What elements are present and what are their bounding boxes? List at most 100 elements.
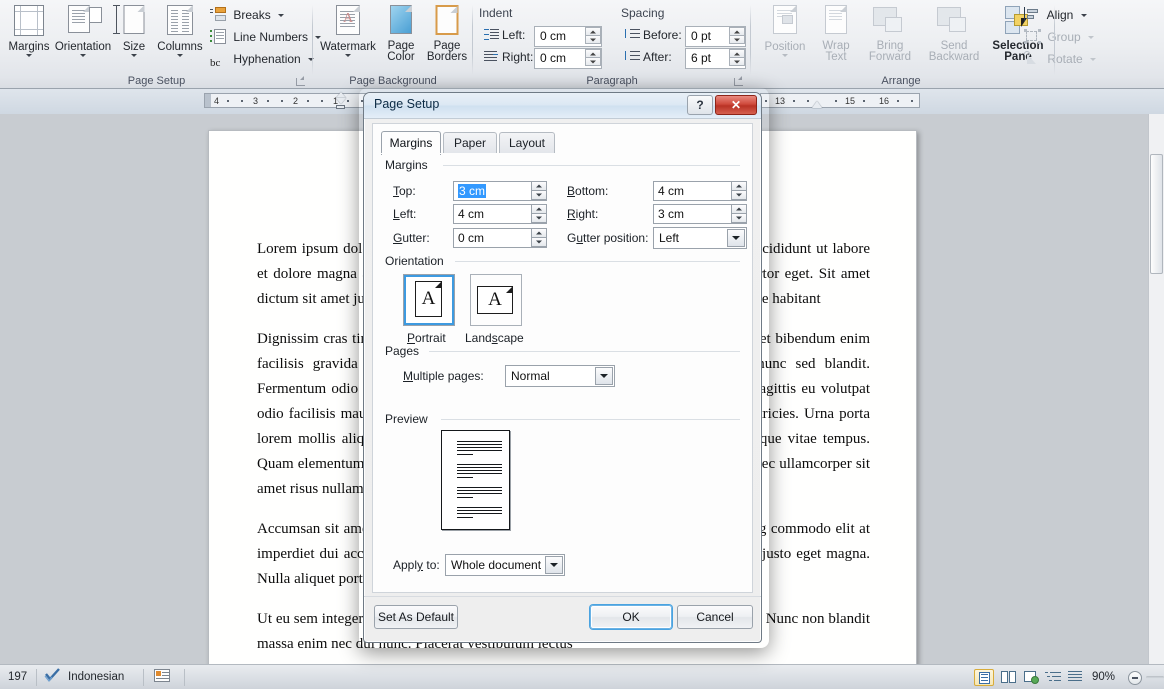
indent-right-label: Right: bbox=[502, 50, 534, 64]
page-count-label[interactable]: 197 bbox=[8, 665, 27, 689]
columns-icon bbox=[153, 5, 207, 39]
view-draft-button[interactable] bbox=[1066, 669, 1086, 686]
position-button[interactable]: Position bbox=[757, 3, 813, 69]
hyphenation-button[interactable]: bc Hyphenation bbox=[210, 48, 315, 70]
chevron-down-icon[interactable] bbox=[545, 556, 563, 574]
size-button[interactable]: Size bbox=[112, 3, 156, 69]
dialog-title-bar[interactable]: Page Setup ? ✕ bbox=[364, 93, 761, 119]
paragraph-dialog-launcher[interactable] bbox=[734, 76, 745, 87]
view-web-layout-button[interactable] bbox=[1022, 669, 1042, 686]
gutter-position-value: Left bbox=[659, 231, 680, 245]
horizontal-ruler-right[interactable]: 13 15 16 bbox=[760, 93, 920, 108]
orientation-group: Orientation A Portrait A Landscape bbox=[385, 254, 740, 345]
orientation-landscape-option[interactable]: A bbox=[470, 274, 522, 326]
language-label[interactable]: Indonesian bbox=[68, 665, 124, 689]
line-numbers-icon bbox=[210, 29, 227, 44]
cancel-button[interactable]: Cancel bbox=[677, 605, 753, 629]
page-color-label-line2: Color bbox=[387, 51, 415, 63]
ruler-tick: 13 bbox=[775, 96, 786, 106]
chevron-down-icon[interactable] bbox=[278, 14, 285, 17]
wrap-text-button[interactable]: Wrap Text bbox=[813, 3, 859, 69]
orientation-portrait-option[interactable]: A bbox=[403, 274, 455, 326]
hanging-indent-marker[interactable] bbox=[336, 92, 346, 109]
chevron-down-icon[interactable] bbox=[782, 54, 788, 57]
breaks-label: Breaks bbox=[233, 8, 271, 22]
orientation-label: Orientation bbox=[54, 41, 112, 53]
margins-group: Margins Top: 3 cm Bottom: 4 cm Left: 4 c… bbox=[385, 158, 747, 249]
close-icon[interactable]: ✕ bbox=[715, 95, 757, 115]
ok-label: OK bbox=[622, 610, 640, 624]
tab-margins[interactable]: Margins bbox=[381, 131, 441, 155]
chevron-down-icon[interactable] bbox=[727, 229, 745, 247]
spacing-before-spinner[interactable] bbox=[729, 27, 745, 46]
spacing-after-spinner[interactable] bbox=[729, 49, 745, 68]
apply-to-label: Apply to: bbox=[393, 558, 440, 572]
top-margin-value: 3 cm bbox=[458, 184, 487, 198]
apply-to-select[interactable]: Whole document bbox=[445, 554, 565, 576]
columns-button[interactable]: Columns bbox=[153, 3, 207, 69]
vertical-scrollbar[interactable] bbox=[1148, 114, 1164, 664]
chevron-down-icon[interactable] bbox=[345, 54, 351, 57]
breaks-button[interactable]: Breaks bbox=[210, 4, 285, 26]
spacing-before-icon bbox=[625, 28, 640, 41]
chevron-down-icon[interactable] bbox=[595, 367, 613, 385]
line-numbers-button[interactable]: Line Numbers bbox=[210, 26, 322, 48]
zoom-out-button[interactable] bbox=[1128, 671, 1142, 685]
zoom-level-label[interactable]: 90% bbox=[1092, 665, 1115, 689]
size-icon bbox=[112, 5, 156, 39]
chevron-down-icon[interactable] bbox=[131, 54, 137, 57]
gutter-spinner[interactable] bbox=[531, 228, 547, 248]
view-outline-button[interactable] bbox=[1044, 669, 1064, 686]
align-button[interactable]: Align bbox=[1024, 4, 1087, 26]
watermark-button[interactable]: A Watermark bbox=[318, 3, 378, 69]
tab-layout[interactable]: Layout bbox=[499, 132, 555, 154]
indent-right-spinner[interactable] bbox=[585, 49, 601, 68]
multiple-pages-select[interactable]: Normal bbox=[505, 365, 615, 387]
ok-button[interactable]: OK bbox=[590, 605, 672, 629]
right-margin-spinner[interactable] bbox=[731, 204, 747, 224]
proofing-icon[interactable] bbox=[44, 665, 64, 689]
breaks-icon bbox=[210, 7, 227, 22]
view-full-screen-reading-button[interactable] bbox=[999, 669, 1019, 686]
indent-left-spinner[interactable] bbox=[585, 27, 601, 46]
ribbon-group-arrange: Position Wrap Text Bring Forward Send Ba… bbox=[751, 0, 1103, 89]
cancel-label: Cancel bbox=[696, 610, 734, 624]
macro-recording-icon[interactable] bbox=[154, 665, 176, 689]
chevron-down-icon[interactable] bbox=[177, 54, 183, 57]
top-margin-spinner[interactable] bbox=[531, 181, 547, 201]
scrollbar-thumb[interactable] bbox=[1150, 154, 1163, 274]
chevron-down-icon[interactable] bbox=[1088, 36, 1095, 39]
view-print-layout-button[interactable] bbox=[974, 669, 994, 686]
gutter-position-label: Gutter position: bbox=[567, 231, 649, 245]
columns-label: Columns bbox=[157, 41, 203, 53]
bottom-margin-spinner[interactable] bbox=[731, 181, 747, 201]
bring-forward-button[interactable]: Bring Forward bbox=[859, 3, 921, 69]
first-line-indent-marker[interactable] bbox=[812, 101, 822, 108]
hyphenation-label: Hyphenation bbox=[233, 52, 301, 66]
help-button[interactable]: ? bbox=[687, 95, 713, 115]
chevron-down-icon[interactable] bbox=[26, 54, 32, 57]
chevron-down-icon[interactable] bbox=[1080, 14, 1087, 17]
group-separator bbox=[1054, 5, 1055, 75]
chevron-down-icon[interactable] bbox=[80, 54, 86, 57]
group-button[interactable]: Group bbox=[1024, 26, 1095, 48]
set-as-default-button[interactable]: Set As Default bbox=[374, 605, 458, 629]
margins-button[interactable]: Margins bbox=[0, 3, 58, 69]
rotate-button[interactable]: Rotate bbox=[1024, 48, 1097, 70]
page-borders-icon bbox=[423, 5, 471, 39]
page-color-button[interactable]: Page Color bbox=[379, 3, 423, 69]
group-label-arrange: Arrange bbox=[881, 75, 921, 87]
tab-paper[interactable]: Paper bbox=[443, 132, 497, 154]
left-margin-spinner[interactable] bbox=[531, 204, 547, 224]
page-preview bbox=[441, 430, 510, 530]
gutter-position-select[interactable]: Left bbox=[653, 227, 747, 249]
page-setup-dialog-launcher[interactable] bbox=[296, 76, 307, 87]
send-backward-button[interactable]: Send Backward bbox=[921, 3, 987, 69]
zoom-slider[interactable] bbox=[1146, 676, 1164, 679]
page-borders-button[interactable]: Page Borders bbox=[423, 3, 471, 69]
chevron-down-icon[interactable] bbox=[1090, 58, 1097, 61]
size-label: Size bbox=[122, 41, 146, 53]
top-margin-label: Top: bbox=[393, 184, 416, 198]
multiple-pages-label: Multiple pages: bbox=[403, 369, 484, 383]
orientation-button[interactable]: Orientation bbox=[52, 3, 114, 69]
